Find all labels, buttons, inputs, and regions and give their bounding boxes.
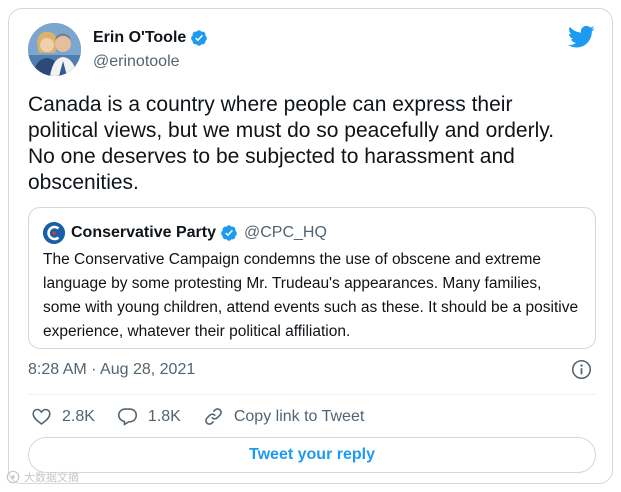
- action-bar: 2.8K 1.8K Copy link to Tweet: [31, 406, 364, 427]
- copy-link-button[interactable]: Copy link to Tweet: [203, 406, 364, 427]
- tweet-your-reply-button[interactable]: Tweet your reply: [28, 437, 596, 473]
- reply-count: 1.8K: [147, 407, 181, 425]
- reply-button[interactable]: 1.8K: [117, 406, 181, 427]
- comment-icon: [117, 408, 137, 426]
- quoted-tweet-text: The Conservative Campaign condemns the u…: [43, 251, 579, 340]
- quoted-author-name: Conservative Party: [71, 224, 216, 241]
- avatar-photo: [28, 23, 81, 76]
- link-icon: [204, 408, 222, 425]
- tweet-card: Erin O'Toole @erinotoole Canada is a cou…: [8, 8, 613, 484]
- divider: [28, 394, 596, 395]
- watermark-text: 大数据文摘: [24, 472, 79, 484]
- conservative-logo-icon: [43, 222, 65, 244]
- twitter-bird-icon[interactable]: [568, 25, 595, 49]
- info-icon[interactable]: [571, 359, 592, 380]
- quoted-tweet-header: Conservative Party @CPC_HQ: [43, 222, 327, 244]
- quoted-tweet[interactable]: Conservative Party @CPC_HQ The Conservat…: [28, 207, 596, 349]
- copy-link-label: Copy link to Tweet: [233, 407, 365, 425]
- like-button[interactable]: 2.8K: [31, 406, 95, 427]
- like-count: 2.8K: [62, 407, 95, 425]
- watermark-logo-icon: [6, 470, 20, 484]
- verified-badge-icon: [221, 225, 237, 241]
- heart-icon: [32, 408, 51, 425]
- watermark: 大数据文摘: [6, 469, 79, 485]
- tweet-text: Canada is a country where people can exp…: [28, 93, 555, 194]
- author-name-row[interactable]: Erin O'Toole: [93, 29, 208, 47]
- verified-badge-icon: [191, 30, 208, 46]
- quoted-avatar: [43, 222, 65, 244]
- author-name[interactable]: Erin O'Toole: [93, 29, 186, 47]
- tweet-timestamp[interactable]: 8:28 AM · Aug 28, 2021: [28, 361, 195, 379]
- avatar[interactable]: [28, 23, 81, 76]
- quoted-author-handle: @CPC_HQ: [243, 224, 327, 241]
- author-handle[interactable]: @erinotoole: [93, 53, 180, 71]
